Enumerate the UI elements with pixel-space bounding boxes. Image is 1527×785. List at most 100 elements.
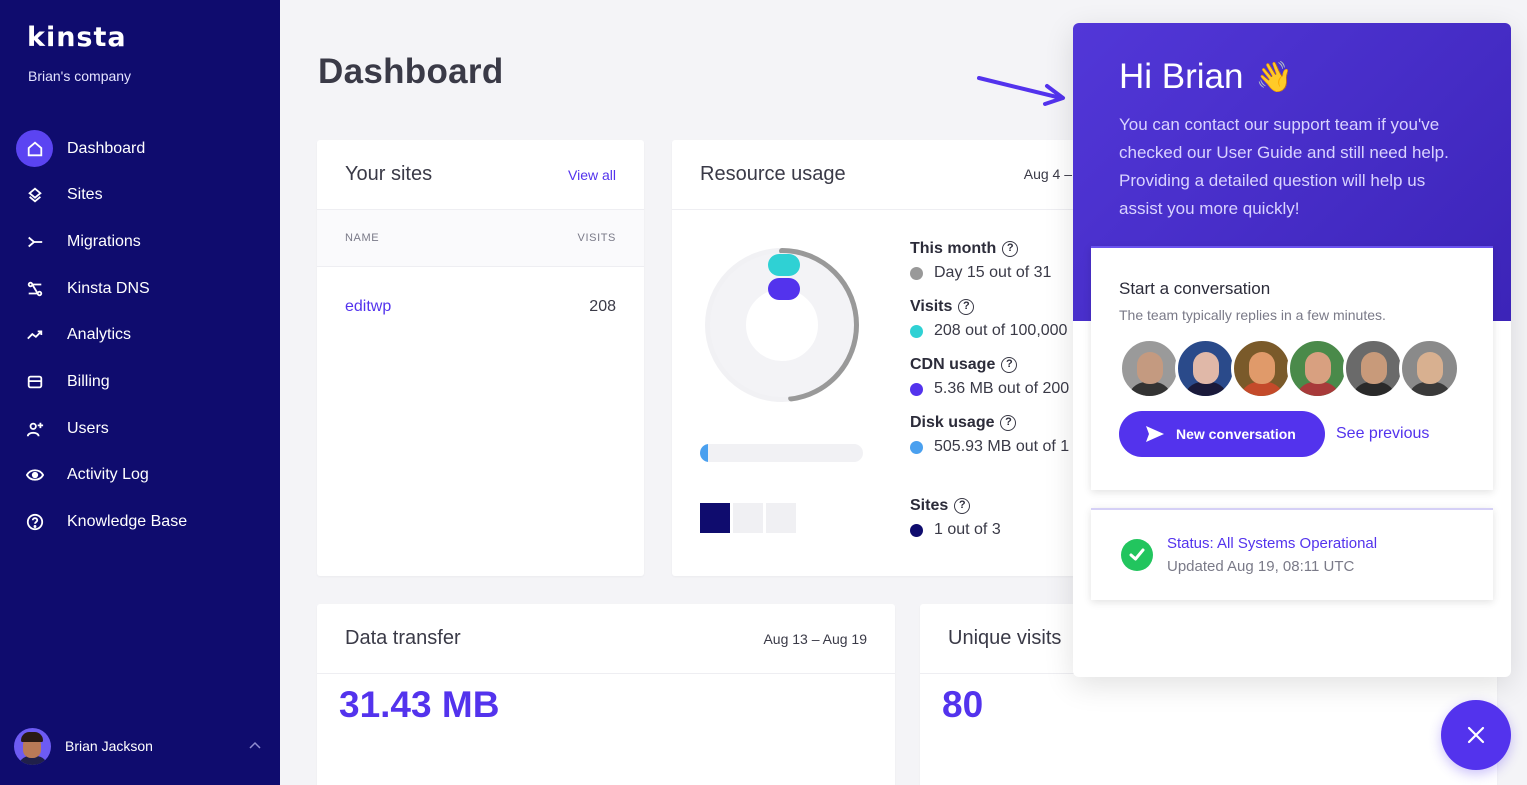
dns-icon (16, 270, 53, 307)
sidebar-item-billing[interactable]: Billing (16, 363, 266, 400)
help-icon[interactable]: ? (1000, 415, 1017, 431)
stat-value: 1 out of 3 (934, 521, 1001, 538)
help-icon (16, 504, 53, 541)
stat-value: 5.36 MB out of 200 (934, 380, 1070, 397)
help-icon[interactable]: ? (954, 498, 971, 514)
waving-hand-icon: 👋 (1255, 60, 1293, 94)
view-all-link[interactable]: View all (568, 167, 616, 183)
new-conversation-button[interactable]: New conversation (1119, 411, 1325, 457)
page-title: Dashboard (318, 52, 504, 91)
legend-dot (910, 440, 923, 454)
sidebar-item-label: Dashboard (67, 139, 146, 157)
sidebar-item-migrations[interactable]: Migrations (16, 223, 266, 260)
resource-usage-card: Resource usage Aug 4 – This month? Day 1… (672, 140, 1092, 576)
stat-label: Sites (910, 497, 949, 514)
sites-usage-squares (700, 503, 796, 533)
kinsta-logo[interactable]: kinsta (27, 22, 127, 53)
sidebar-item-label: Activity Log (67, 466, 149, 484)
close-widget-button[interactable] (1441, 700, 1511, 770)
intro-text: You can contact our support team if you'… (1119, 115, 1449, 218)
card-title: Data transfer (345, 627, 461, 649)
see-previous-link[interactable]: See previous (1336, 425, 1429, 443)
new-conversation-label: New conversation (1176, 426, 1296, 442)
sidebar-item-analytics[interactable]: Analytics (16, 317, 266, 354)
eye-icon (16, 457, 53, 494)
date-range[interactable]: Aug 13 – Aug 19 (763, 631, 867, 647)
close-icon (1467, 726, 1485, 744)
trend-icon (16, 317, 53, 354)
stat-value: Day 15 out of 31 (934, 264, 1052, 281)
unique-visits-value: 80 (942, 684, 984, 725)
help-icon[interactable]: ? (1002, 241, 1019, 257)
your-sites-card: Your sites View all NAME VISITS editwp 2… (317, 140, 644, 576)
column-header-name: NAME (345, 232, 380, 244)
status-updated: Updated Aug 19, 08:11 UTC (1167, 558, 1355, 575)
card-title: Unique visits (948, 627, 1062, 649)
check-circle-icon (1121, 539, 1153, 571)
user-name: Brian Jackson (65, 738, 153, 754)
company-name[interactable]: Brian's company (28, 68, 131, 84)
sidebar-item-sites[interactable]: Sites (16, 177, 266, 214)
start-conversation-card: Start a conversation The team typically … (1091, 246, 1493, 490)
sidebar-item-kinsta-dns[interactable]: Kinsta DNS (16, 270, 266, 307)
chevron-up-icon[interactable] (247, 738, 263, 754)
sidebar-nav: Dashboard Sites Migrations Kinsta DNS An… (16, 130, 266, 550)
arrow-annotation-icon (977, 76, 1065, 106)
usage-donut (705, 248, 859, 402)
date-range[interactable]: Aug 4 – (1024, 166, 1072, 182)
legend-dot (910, 266, 923, 280)
conversation-title: Start a conversation (1119, 279, 1271, 298)
card-title: Resource usage (700, 163, 846, 185)
site-link[interactable]: editwp (345, 298, 391, 316)
avatar (1343, 338, 1404, 399)
site-slot-square (733, 503, 763, 533)
data-transfer-card: Data transfer Aug 13 – Aug 19 31.43 MB (317, 604, 895, 785)
support-chat-widget: Hi Brian 👋 You can contact our support t… (1073, 23, 1511, 677)
column-header-visits: VISITS (577, 232, 616, 244)
card-title: Your sites (345, 163, 433, 185)
data-transfer-value: 31.43 MB (339, 684, 500, 725)
sidebar-item-dashboard[interactable]: Dashboard (16, 130, 266, 167)
migrate-icon (16, 223, 53, 260)
stat-label: CDN usage (910, 356, 996, 373)
sidebar-item-knowledge-base[interactable]: Knowledge Base (16, 504, 266, 541)
visits-marker (768, 254, 800, 276)
stat-label: Visits (910, 298, 953, 315)
team-avatars (1119, 338, 1465, 399)
conversation-subtitle: The team typically replies in a few minu… (1119, 307, 1386, 323)
disk-usage-bar (700, 444, 863, 462)
stat-sites: Sites? 1 out of 3 (910, 497, 1001, 539)
user-menu[interactable]: Brian Jackson (14, 727, 269, 765)
user-plus-icon (16, 410, 53, 447)
status-title[interactable]: Status: All Systems Operational (1167, 535, 1377, 552)
sidebar-item-label: Analytics (67, 326, 132, 344)
disk-usage-fill (700, 444, 709, 462)
avatar (14, 727, 51, 765)
status-card[interactable]: Status: All Systems Operational Updated … (1091, 508, 1493, 600)
help-icon[interactable]: ? (1001, 357, 1018, 373)
stat-disk-usage: Disk usage? 505.93 MB out of 1 (910, 414, 1069, 456)
sidebar-item-users[interactable]: Users (16, 410, 266, 447)
stat-label: Disk usage (910, 414, 995, 431)
site-slot-square (766, 503, 796, 533)
sidebar-item-activity-log[interactable]: Activity Log (16, 457, 266, 494)
stat-value: 505.93 MB out of 1 (934, 438, 1070, 455)
table-header: NAME VISITS (317, 210, 644, 267)
avatar (1287, 338, 1348, 399)
sidebar-item-label: Users (67, 419, 109, 437)
avatar (1119, 338, 1180, 399)
help-icon[interactable]: ? (958, 299, 975, 315)
stat-cdn-usage: CDN usage? 5.36 MB out of 200 (910, 356, 1069, 398)
card-header: Your sites View all (317, 140, 644, 210)
avatar (1231, 338, 1292, 399)
site-slot-square (700, 503, 730, 533)
card-icon (16, 363, 53, 400)
sidebar-item-label: Knowledge Base (67, 513, 188, 530)
avatar (1399, 338, 1460, 399)
cdn-marker (768, 278, 800, 300)
sidebar-item-label: Migrations (67, 232, 141, 250)
legend-dot (910, 382, 923, 396)
layers-icon (16, 177, 53, 214)
table-row: editwp 208 (317, 267, 644, 347)
home-icon (16, 130, 53, 167)
